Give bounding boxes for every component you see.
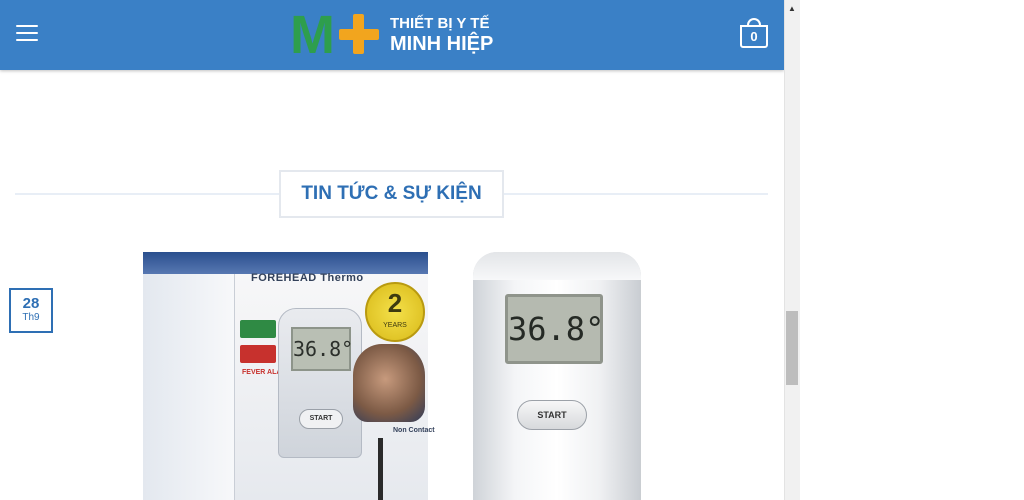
device-stand [378, 438, 383, 500]
lcd-display-left: 36.8° [291, 327, 353, 371]
start-label-left: START [299, 409, 343, 429]
post-thumbnail-image[interactable]: FOREHEAD Thermo FEVER ALARM 36.8° START … [143, 252, 663, 500]
page-viewport: M THIẾT BỊ Y TẾ MINH HIỆP 0 TIN TỨC & SỰ… [0, 0, 784, 500]
warranty-number: 2 [387, 288, 403, 318]
post-date-badge: 28 Th9 [9, 288, 53, 333]
blank-area [800, 0, 1024, 500]
start-label-right: START [517, 400, 587, 430]
lcd-display-right: 36.8° [505, 294, 604, 364]
post-date-month: Th9 [22, 312, 40, 323]
logo-letter: M [290, 5, 335, 65]
cart-count: 0 [740, 25, 768, 48]
child-photo [353, 344, 425, 422]
logo-line2: MINH HIỆP [390, 33, 494, 55]
box-banner-text: FOREHEAD Thermo [251, 272, 364, 284]
post-date-day: 28 [22, 295, 40, 312]
vertical-scrollbar[interactable] [784, 0, 800, 500]
site-header: M THIẾT BỊ Y TẾ MINH HIỆP 0 [0, 0, 784, 70]
logo-line1: THIẾT BỊ Y TẾ [390, 15, 490, 32]
red-indicator [240, 345, 276, 363]
thermometer-device-right [473, 252, 641, 500]
green-indicator [240, 320, 276, 338]
logo-text: THIẾT BỊ Y TẾ MINH HIỆP [390, 15, 493, 55]
section-title: TIN TỨC & SỰ KIỆN [279, 170, 504, 218]
scrollbar-thumb[interactable] [786, 311, 798, 385]
scroll-up-arrow-icon[interactable]: ▲ [784, 0, 800, 17]
logo-mark: M [290, 5, 386, 65]
cart-button[interactable]: 0 [740, 18, 768, 48]
thermometer-device-left: 36.8° START [278, 308, 362, 458]
non-contact-label: Non Contact [393, 427, 435, 434]
warranty-text: YEARS [383, 322, 407, 329]
warranty-badge: 2 YEARS [365, 282, 425, 342]
hamburger-menu-icon[interactable] [16, 25, 38, 43]
site-logo[interactable]: M THIẾT BỊ Y TẾ MINH HIỆP [290, 5, 493, 65]
